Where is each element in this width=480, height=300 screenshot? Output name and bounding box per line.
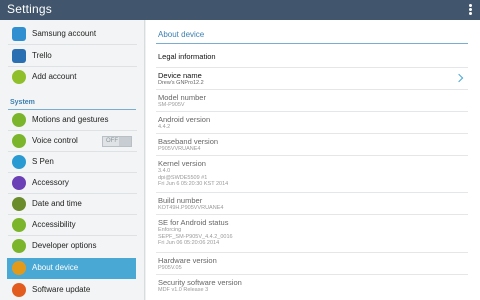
list-item-add-account[interactable]: Add account — [0, 67, 144, 88]
list-item-label: S Pen — [32, 157, 54, 166]
item-title: Device name — [158, 71, 202, 80]
list-item-label: Motions and gestures — [32, 115, 109, 124]
list-item-label: Software update — [32, 285, 91, 294]
accessibility-icon — [12, 218, 26, 232]
list-item-software-update[interactable]: Software update — [0, 280, 144, 300]
settings-list[interactable]: Samsung account Trello Add account Syste… — [0, 20, 145, 300]
chevron-right-icon[interactable] — [454, 73, 464, 83]
list-item-label: About device — [32, 263, 79, 272]
item-title: Model number — [158, 93, 206, 102]
list-item-samsung-account[interactable]: Samsung account — [0, 24, 144, 45]
accessory-icon — [12, 176, 26, 190]
item-title: Android version — [158, 115, 211, 124]
voice-control-icon — [12, 134, 26, 148]
list-item-label: Samsung account — [32, 29, 97, 38]
info-kernel-version: Kernel version 3.4.0 dpi@SWDE5509 #1 Fri… — [158, 159, 228, 188]
info-security-software-version: Security software version MDF v1.0 Relea… — [158, 278, 242, 294]
list-item-about-device[interactable]: About device — [7, 258, 136, 279]
item-title: Security software version — [158, 278, 242, 287]
item-title: SE for Android status — [158, 218, 229, 227]
item-title: Kernel version — [158, 159, 206, 168]
legal-information-item[interactable]: Legal information — [158, 52, 216, 61]
software-update-icon — [12, 283, 26, 297]
about-device-icon — [12, 261, 26, 275]
item-value: Fri Jun 06 05:20:06 2014 — [158, 240, 220, 246]
list-item-label: Date and time — [32, 199, 82, 208]
device-name-item[interactable]: Device name Drew's GNPro12.2 — [158, 71, 204, 87]
list-item-s-pen[interactable]: S Pen — [0, 152, 144, 173]
list-item-label: Accessory — [32, 178, 69, 187]
item-value: SM-P905V — [158, 102, 185, 108]
info-android-version: Android version 4.4.2 — [158, 115, 210, 131]
list-item-label: Developer options — [32, 241, 97, 250]
voice-control-toggle[interactable]: OFF — [102, 136, 132, 147]
item-title: Baseband version — [158, 137, 219, 146]
info-model-number: Model number SM-P905V — [158, 93, 206, 109]
list-item-accessory[interactable]: Accessory — [0, 173, 144, 194]
item-value: KOT49H.P905VVRUANE4 — [158, 205, 224, 211]
action-bar: Settings — [0, 0, 480, 20]
item-title: Build number — [158, 196, 203, 205]
list-item-trello[interactable]: Trello — [0, 46, 144, 67]
section-header-system: System — [10, 99, 35, 106]
list-item-voice-control[interactable]: Voice control OFF — [0, 131, 144, 152]
motions-gestures-icon — [12, 113, 26, 127]
s-pen-icon — [12, 155, 26, 169]
list-item-label: Voice control — [32, 136, 78, 145]
list-item-developer-options[interactable]: Developer options — [0, 236, 144, 257]
add-account-icon — [12, 70, 26, 84]
list-item-label: Add account — [32, 72, 77, 81]
item-value: P905VVRUANE4 — [158, 146, 201, 152]
item-value: P905V.05 — [158, 265, 182, 271]
developer-options-icon — [12, 239, 26, 253]
date-time-icon — [12, 197, 26, 211]
item-value: Fri Jun 6 05:20:30 KST 2014 — [158, 181, 229, 187]
list-item-accessibility[interactable]: Accessibility — [0, 215, 144, 236]
page-title: About device — [158, 30, 205, 39]
item-value: 4.4.2 — [158, 124, 171, 130]
info-se-android-status: SE for Android status Enforcing SEPF_SM-… — [158, 218, 233, 247]
list-item-motions-gestures[interactable]: Motions and gestures — [0, 110, 144, 131]
list-item-label: Trello — [32, 51, 52, 60]
samsung-account-icon — [12, 27, 26, 41]
item-title: Legal information — [158, 52, 216, 61]
item-value: Drew's GNPro12.2 — [158, 80, 204, 86]
info-hardware-version: Hardware version P905V.05 — [158, 256, 217, 272]
trello-icon — [12, 49, 26, 63]
list-item-label: Accessibility — [32, 220, 76, 229]
list-item-date-time[interactable]: Date and time — [0, 194, 144, 215]
info-build-number: Build number KOT49H.P905VVRUANE4 — [158, 196, 223, 212]
app-title: Settings — [7, 2, 52, 16]
overflow-menu-icon[interactable] — [466, 3, 474, 17]
item-title: Hardware version — [158, 256, 217, 265]
info-baseband-version: Baseband version P905VVRUANE4 — [158, 137, 218, 153]
item-value: MDF v1.0 Release 3 — [158, 287, 209, 293]
about-device-panel[interactable]: About device Legal information Device na… — [146, 20, 480, 300]
